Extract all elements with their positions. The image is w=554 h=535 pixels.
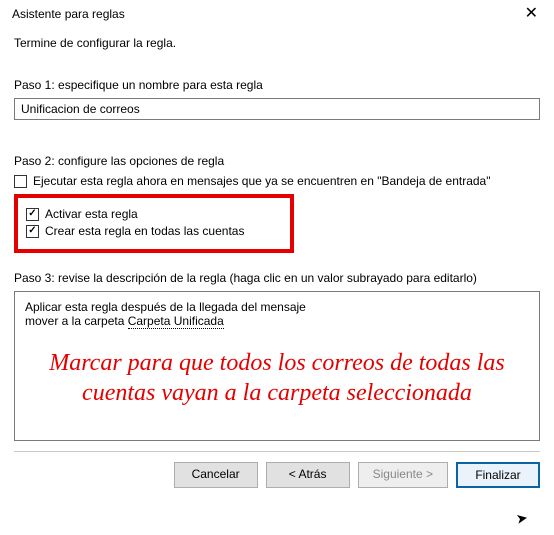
cursor-icon: ➤	[515, 509, 530, 528]
all-accounts-checkbox[interactable]	[26, 225, 39, 238]
rule-desc-line1: Aplicar esta regla después de la llegada…	[25, 300, 529, 314]
activate-rule-checkbox[interactable]	[26, 208, 39, 221]
window-title: Asistente para reglas	[12, 7, 125, 21]
step2-label: Paso 2: configure las opciones de regla	[14, 154, 540, 168]
instruction-text: Termine de configurar la regla.	[14, 36, 540, 50]
activate-rule-label: Activar esta regla	[45, 207, 138, 221]
annotation-text: Marcar para que todos los correos de tod…	[25, 348, 529, 408]
highlight-box: Activar esta regla Crear esta regla en t…	[14, 194, 294, 253]
step3-label: Paso 3: revise la descripción de la regl…	[14, 271, 540, 285]
next-button: Siguiente >	[358, 462, 448, 488]
step1-label: Paso 1: especifique un nombre para esta …	[14, 78, 540, 92]
cancel-button[interactable]: Cancelar	[174, 462, 258, 488]
rule-name-input[interactable]	[14, 98, 540, 120]
back-button[interactable]: < Atrás	[266, 462, 350, 488]
run-now-checkbox[interactable]	[14, 175, 27, 188]
run-now-label: Ejecutar esta regla ahora en mensajes qu…	[33, 174, 491, 188]
finish-button[interactable]: Finalizar	[456, 462, 540, 488]
close-icon[interactable]: ✕	[519, 6, 544, 22]
target-folder-link[interactable]: Carpeta Unificada	[128, 314, 224, 329]
all-accounts-label: Crear esta regla en todas las cuentas	[45, 224, 244, 238]
rule-description-box: Aplicar esta regla después de la llegada…	[14, 291, 540, 441]
rule-desc-line2-prefix: mover a la carpeta	[25, 314, 128, 328]
